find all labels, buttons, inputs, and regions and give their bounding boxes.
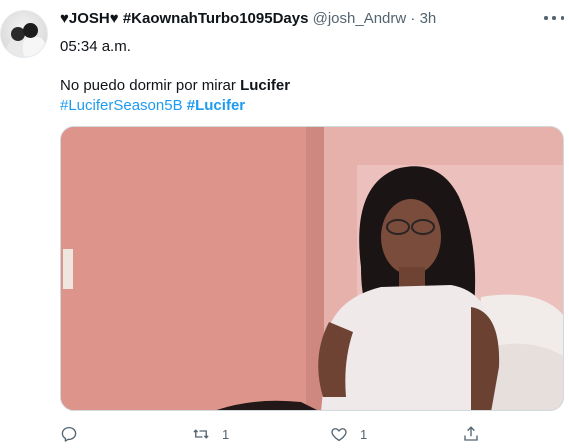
- action-bar: 1 1: [60, 424, 500, 444]
- hashtag-line: #LuciferSeason5B #Lucifer: [60, 96, 245, 116]
- timestamp[interactable]: 3h: [420, 10, 437, 27]
- retweet-icon: [193, 429, 209, 439]
- like-count: 1: [360, 426, 368, 442]
- tweet-text: No puedo dormir por mirar Lucifer: [60, 76, 290, 96]
- tweet-text-bold: Lucifer: [240, 77, 291, 94]
- photo-icon: [61, 127, 563, 410]
- more-icon[interactable]: [544, 11, 564, 25]
- tweet-media-image[interactable]: [60, 126, 564, 411]
- handle[interactable]: @josh_Andrw: [313, 10, 407, 27]
- display-name[interactable]: ♥JOSH♥ #KaownahTurbo1095Days: [60, 10, 308, 27]
- heart-icon: [331, 428, 347, 442]
- retweet-button[interactable]: 1: [192, 424, 229, 444]
- hashtag-luciferseason5b[interactable]: #LuciferSeason5B: [60, 97, 183, 114]
- reply-button[interactable]: [60, 424, 90, 444]
- share-button[interactable]: [462, 424, 492, 444]
- reply-icon: [61, 426, 77, 442]
- avatar[interactable]: [0, 10, 48, 58]
- subline-time: 05:34 a.m.: [60, 38, 131, 55]
- retweet-count: 1: [222, 426, 230, 442]
- tweet-header: ♥JOSH♥ #KaownahTurbo1095Days @josh_Andrw…: [60, 10, 549, 30]
- separator: ·: [410, 10, 416, 27]
- share-icon: [464, 426, 478, 441]
- like-button[interactable]: 1: [330, 424, 367, 444]
- hashtag-lucifer[interactable]: #Lucifer: [187, 97, 245, 114]
- tweet: ♥JOSH♥ #KaownahTurbo1095Days @josh_Andrw…: [0, 0, 569, 448]
- tweet-text-plain: No puedo dormir por mirar: [60, 77, 241, 94]
